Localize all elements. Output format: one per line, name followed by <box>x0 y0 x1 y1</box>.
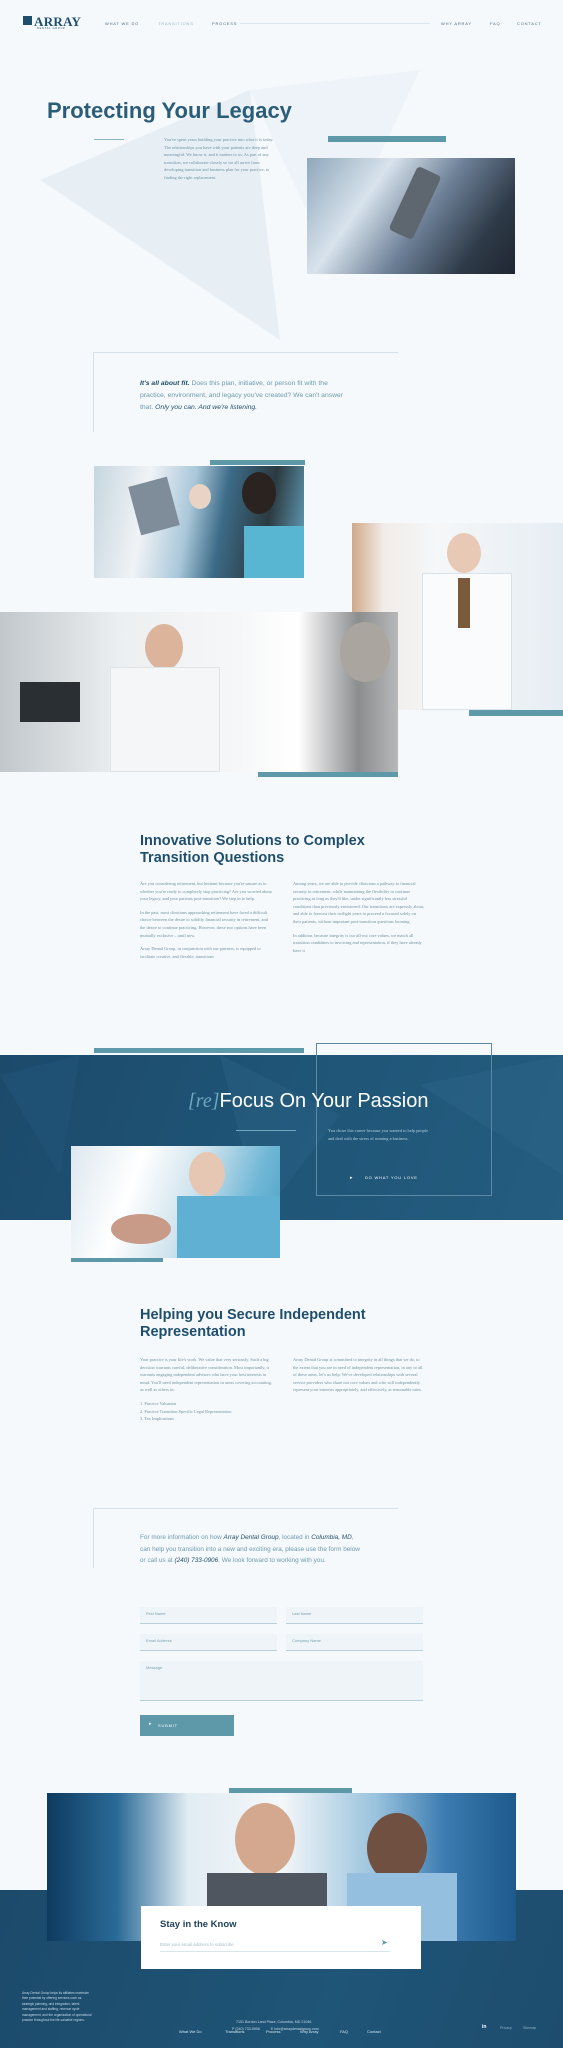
footer-email[interactable]: E info@arraydentalgroup.com <box>271 2027 319 2031</box>
footer-link-what-we-do[interactable]: What We Do <box>179 2029 202 2034</box>
contact-frame-vertical <box>93 1508 94 1568</box>
newsletter-title: Stay in the Know <box>160 1919 237 1930</box>
footer-phone[interactable]: P (240) 733-0906 <box>232 2027 260 2031</box>
independent-list-item-3: 3. Tax Implications <box>140 1416 174 1422</box>
passion-prefix: [re] <box>188 1090 220 1112</box>
independent-col-1: Your practice is your life's work. We va… <box>140 1356 272 1423</box>
arrow-right-icon: ▸ <box>350 1175 353 1181</box>
contact-intro: For more information on how Array Dental… <box>140 1534 360 1564</box>
nav-contact[interactable]: Contact <box>517 21 542 26</box>
footer-address: 7151 Bordon Land Place, Columbia, MD 210… <box>236 2020 312 2024</box>
email-field[interactable]: Email Address <box>140 1634 277 1651</box>
nav-what-we-do[interactable]: What We Do <box>105 21 139 26</box>
independent-col-1-body: Your practice is your life's work. We va… <box>140 1357 272 1393</box>
passion-body: You chose this career because you wanted… <box>328 1128 428 1141</box>
hero-body: You've spent years building your practic… <box>164 137 274 180</box>
company-field[interactable]: Company Name <box>286 1634 423 1651</box>
independent-title: Helping you Secure Independent Represent… <box>140 1307 366 1340</box>
nav-process[interactable]: Process <box>212 21 237 26</box>
message-field[interactable]: Message <box>140 1661 423 1701</box>
hero-photo-accent <box>328 136 446 142</box>
photo-smiling-dental-hygienist <box>71 1146 280 1258</box>
arrow-right-icon: ▸ <box>149 1721 152 1727</box>
passion-title-row: [re]Focus On Your Passion <box>188 1090 429 1113</box>
solutions-col-2: Among years, we are able to provide clin… <box>293 880 425 954</box>
footer-privacy[interactable]: Privacy <box>500 2026 512 2030</box>
hero-photo-dental-equipment <box>307 158 515 274</box>
solutions-col-1-p1: Are you considering retirement, but hesi… <box>140 881 272 902</box>
linkedin-icon[interactable]: in <box>482 2024 486 2030</box>
submit-button[interactable]: ▸ Submit <box>140 1715 234 1736</box>
quote-frame-vertical <box>93 352 94 432</box>
independent-list-item-1: 1. Practice Valuation <box>140 1400 177 1406</box>
photo-dentist-consultation <box>0 612 398 772</box>
nav-why-array[interactable]: Why Array <box>441 21 472 26</box>
footer-sitemap[interactable]: Sitemap <box>523 2026 536 2030</box>
send-icon[interactable]: ➤ <box>381 1938 388 1947</box>
quote-lead: It's all about fit. <box>140 380 190 387</box>
nav-transitions[interactable]: Transitions <box>158 21 194 26</box>
hero-title: Protecting Your Legacy <box>47 98 292 123</box>
contact-frame-line <box>93 1508 398 1509</box>
photo-doctors-reviewing-xray <box>94 466 304 578</box>
passion-accent-line <box>236 1130 296 1131</box>
submit-label: Submit <box>158 1723 178 1728</box>
logo-mark-icon <box>23 16 32 25</box>
passion-title: Focus On Your Passion <box>219 1090 429 1112</box>
footer-blurb: Array Dental Group helps its affiliates … <box>22 1991 92 2023</box>
solutions-col-1: Are you considering retirement, but hesi… <box>140 880 272 960</box>
solutions-col-2-p2: In addition, because integrity is our al… <box>293 932 422 953</box>
passion-photo-accent <box>71 1258 163 1262</box>
header: ARRAY DENTAL GROUP What We Do Transition… <box>0 0 563 34</box>
passion-cta[interactable]: ▸ Do What You Love <box>350 1166 418 1184</box>
photo-accent-bar-2 <box>469 710 563 716</box>
solutions-col-2-p1: Among years, we are able to provide clin… <box>293 881 425 924</box>
passion-accent-bar <box>94 1048 304 1053</box>
footer-link-faq[interactable]: FAQ <box>340 2029 348 2034</box>
hero-accent-line <box>94 139 124 140</box>
independent-list-item-2: 2. Practice Transition Specific Legal Re… <box>140 1408 232 1414</box>
quote-end: Only you can. And we're listening. <box>155 404 258 411</box>
solutions-title: Innovative Solutions to Complex Transiti… <box>140 833 365 866</box>
footer-link-contact[interactable]: Contact <box>367 2029 381 2034</box>
quote-frame-line <box>93 352 398 353</box>
nav-faq[interactable]: FAQ <box>490 21 500 26</box>
solutions-col-1-p3: Array Dental Group, in conjunction with … <box>140 946 261 959</box>
first-name-field[interactable]: First Name <box>140 1607 277 1624</box>
nav-rule <box>240 23 430 24</box>
passion-cta-label: Do What You Love <box>364 1175 418 1180</box>
last-name-field[interactable]: Last Name <box>286 1607 423 1624</box>
photo-accent-bar-3 <box>258 772 398 777</box>
photo-accent-bar-1 <box>210 460 305 465</box>
newsletter-card: Stay in the Know Enter your email addres… <box>141 1906 421 1969</box>
solutions-col-1-p2: In the past, most clinicians approaching… <box>140 909 268 938</box>
quote-text: It's all about fit. Does this plan, init… <box>140 380 344 411</box>
independent-col-2: Array Dental Group is committed to integ… <box>293 1357 423 1393</box>
newsletter-email-input[interactable]: Enter your email address to subscribe <box>160 1942 390 1952</box>
